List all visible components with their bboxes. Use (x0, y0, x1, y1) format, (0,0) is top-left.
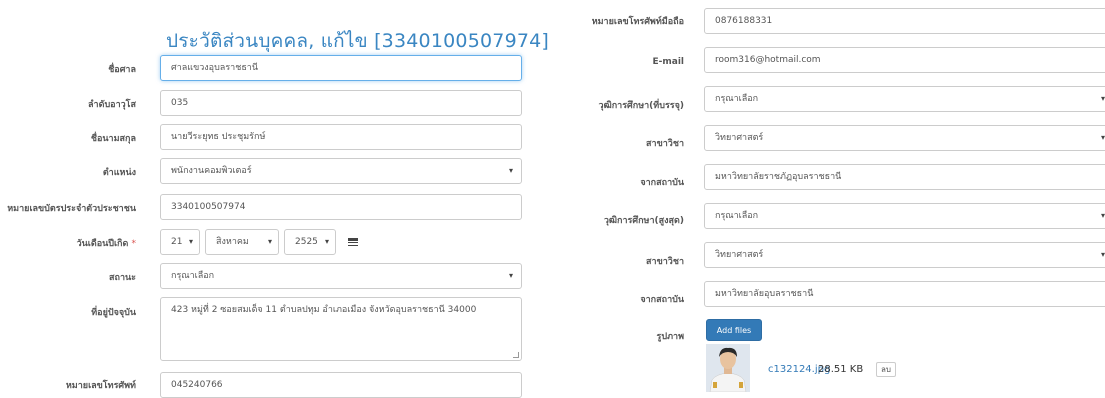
resize-grip-icon[interactable] (513, 352, 519, 358)
calendar-button[interactable] (342, 229, 364, 255)
birthdate-label-text: วันเดือนปีเกิด (76, 239, 129, 249)
court-input[interactable]: ศาลแขวงอุบลราชธานี (160, 55, 522, 81)
major2-label: สาขาวิชา (646, 257, 684, 267)
birth-month-select[interactable]: สิงหาคม (205, 229, 279, 255)
delete-photo-button[interactable]: ลบ (876, 362, 896, 377)
photo-label: รูปภาพ (656, 332, 684, 342)
edu-high-label: วุฒิการศึกษา(สูงสุด) (603, 216, 684, 226)
address-textarea[interactable]: 423 หมู่ที่ 2 ซอยสมเด็จ 11 ตำบลปทุม อำเภ… (160, 297, 522, 361)
court-label: ชื่อศาล (108, 65, 136, 75)
phone-label: หมายเลขโทรศัพท์ (65, 381, 136, 391)
add-files-button[interactable]: Add files (706, 319, 762, 341)
order-no-label: ลำดับอาวุโส (88, 100, 136, 110)
page-title: ประวัติส่วนบุคคล, แก้ไข [3340100507974] (166, 30, 550, 52)
birth-day-value: 21 (171, 237, 183, 247)
birthdate-label: วันเดือนปีเกิด * (77, 236, 136, 250)
status-label: สถานะ (109, 273, 136, 283)
major1-select[interactable]: วิทยาศาสตร์ (704, 125, 1105, 151)
email-label: E-mail (652, 57, 684, 67)
birth-day-select[interactable]: 21 (160, 229, 200, 255)
order-no-input[interactable]: 035 (160, 90, 522, 116)
address-label: ที่อยู่ปัจจุบัน (91, 308, 136, 318)
edu-entry-select[interactable]: กรุณาเลือก (704, 86, 1105, 112)
inst1-label: จากสถาบัน (640, 178, 684, 188)
status-value: กรุณาเลือก (171, 271, 215, 281)
fullname-label: ชื่อนามสกุล (90, 134, 136, 144)
position-value: พนักงานคอมพิวเตอร์ (171, 166, 252, 176)
birth-year-select[interactable]: 2525 (284, 229, 336, 255)
birth-month-value: สิงหาคม (216, 237, 249, 247)
mobile-input[interactable]: 0876188331 (704, 8, 1105, 34)
edu-high-select[interactable]: กรุณาเลือก (704, 203, 1105, 229)
major2-select[interactable]: วิทยาศาสตร์ (704, 242, 1105, 268)
photo-thumbnail (706, 344, 750, 392)
calendar-icon (348, 237, 358, 247)
inst1-input[interactable]: มหาวิทยาลัยราชภัฏอุบลราชธานี (704, 164, 1105, 190)
major2-value: วิทยาศาสตร์ (715, 250, 764, 260)
citizen-id-label: หมายเลขบัตรประจำตัวประชาชน (7, 204, 136, 214)
address-value: 423 หมู่ที่ 2 ซอยสมเด็จ 11 ตำบลปทุม อำเภ… (171, 305, 477, 315)
email-input[interactable]: room316@hotmail.com (704, 47, 1105, 73)
edu-entry-label: วุฒิการศึกษา(ที่บรรจุ) (598, 101, 684, 111)
edu-entry-value: กรุณาเลือก (715, 94, 759, 104)
status-select[interactable]: กรุณาเลือก (160, 263, 522, 289)
inst2-input[interactable]: มหาวิทยาลัยอุบลราชธานี (704, 281, 1105, 307)
required-mark: * (131, 239, 137, 249)
major1-value: วิทยาศาสตร์ (715, 133, 764, 143)
inst2-label: จากสถาบัน (640, 295, 684, 305)
position-label: ตำแหน่ง (102, 168, 136, 178)
mobile-label: หมายเลขโทรศัพท์มือถือ (591, 17, 684, 27)
major1-label: สาขาวิชา (646, 139, 684, 149)
edu-high-value: กรุณาเลือก (715, 211, 759, 221)
position-select[interactable]: พนักงานคอมพิวเตอร์ (160, 158, 522, 184)
fullname-input[interactable]: นายวีระยุทธ ประชุมรักษ์ (160, 124, 522, 150)
phone-input[interactable]: 045240766 (160, 372, 522, 398)
birth-year-value: 2525 (295, 237, 318, 247)
citizen-id-input[interactable]: 3340100507974 (160, 194, 522, 220)
person-photo-icon (706, 344, 750, 392)
photo-file-size: 28.51 KB (818, 364, 864, 375)
